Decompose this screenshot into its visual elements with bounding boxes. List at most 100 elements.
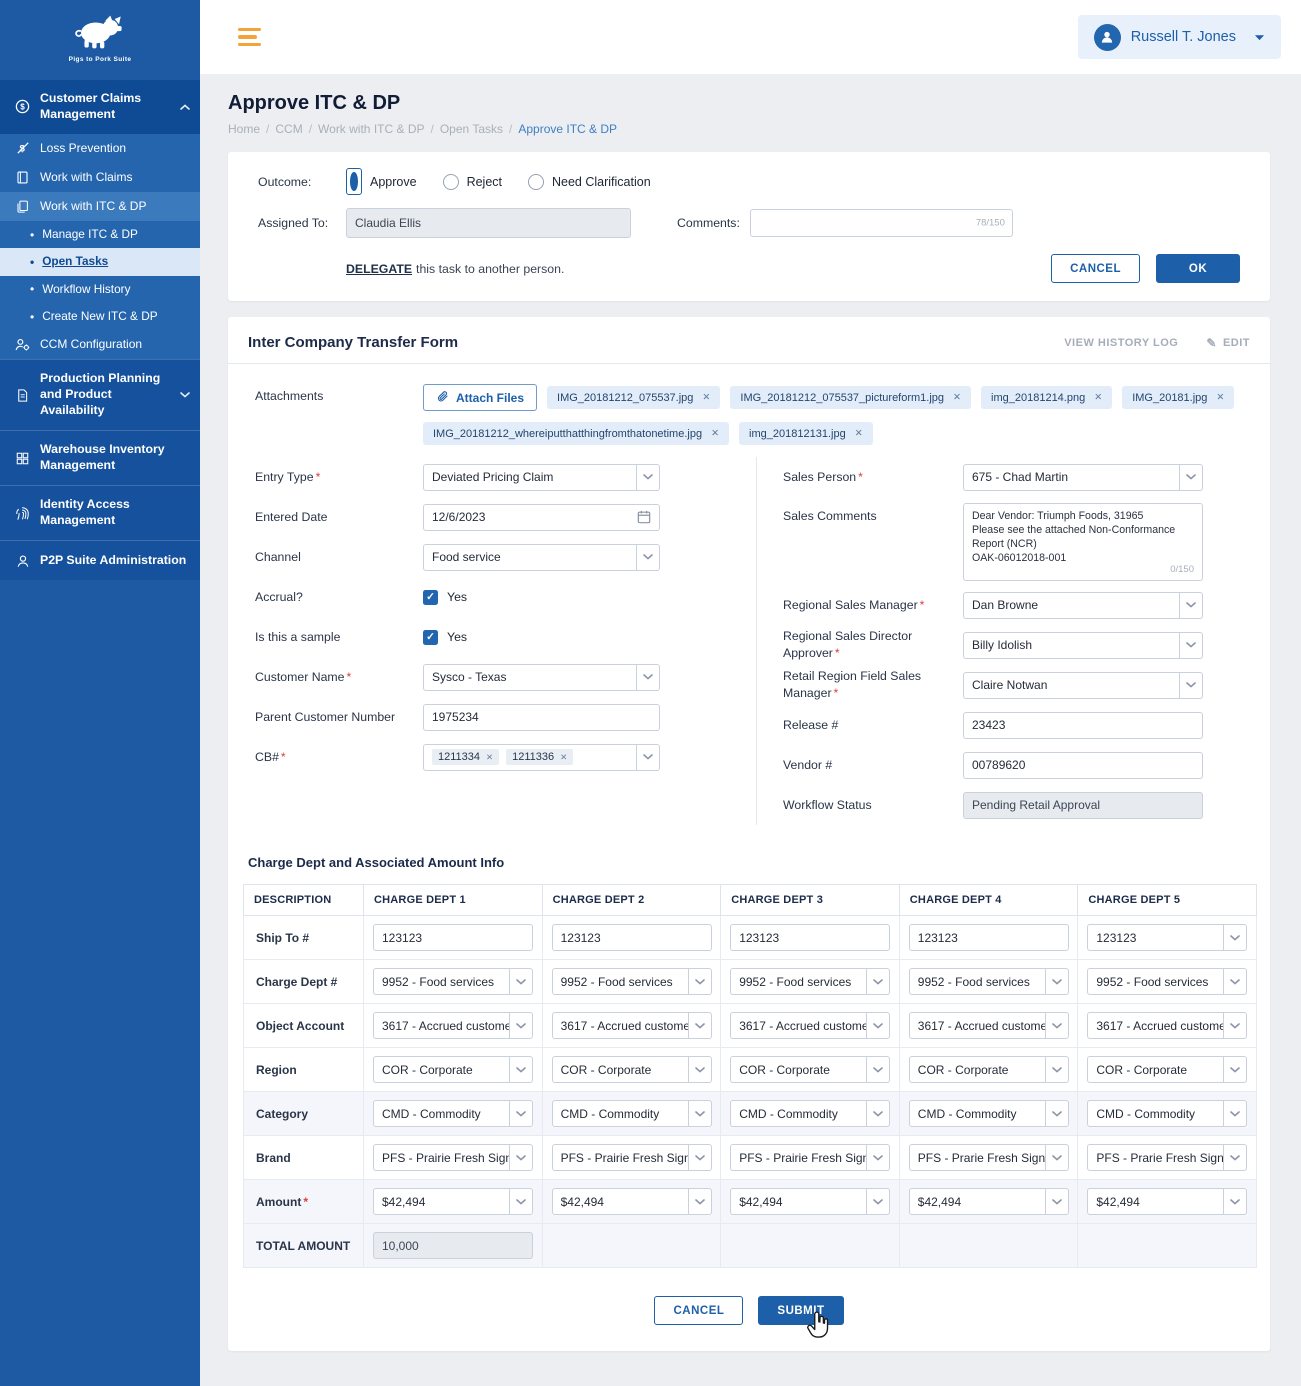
ship-to-col5-select[interactable]: 123123: [1087, 924, 1247, 951]
app-logo[interactable]: Pigs to Pork Suite: [0, 0, 200, 76]
sidebar-item-create-new-itc-dp[interactable]: •Create New ITC & DP: [0, 303, 200, 330]
attachment-chip[interactable]: IMG_20181212_075537.jpg✕: [547, 386, 720, 409]
category-col4-select[interactable]: CMD - Commodity: [909, 1100, 1069, 1127]
selected-option-chip[interactable]: 1211334✕: [432, 749, 499, 765]
region-col3-select[interactable]: COR - Corporate: [730, 1056, 890, 1083]
radio-reject[interactable]: Reject: [443, 174, 502, 190]
region-col4-select[interactable]: COR - Corporate: [909, 1056, 1069, 1083]
amount-col5-select[interactable]: $42,494: [1087, 1188, 1247, 1215]
checkbox-checked-icon[interactable]: ✓: [423, 590, 438, 605]
selected-option-chip[interactable]: 1211336✕: [506, 749, 573, 765]
checkbox-checked-icon[interactable]: ✓: [423, 630, 438, 645]
charge-dept-col1-select[interactable]: 9952 - Food services: [373, 968, 533, 995]
amount-col1-select[interactable]: $42,494: [373, 1188, 533, 1215]
attachment-chip[interactable]: img_201812131.jpg✕: [739, 422, 873, 445]
region-col2-select[interactable]: COR - Corporate: [552, 1056, 712, 1083]
brand-col4-select[interactable]: PFS - Prarie Fresh Signatu: [909, 1144, 1069, 1171]
sales-comments-textarea[interactable]: Dear Vendor: Triumph Foods, 31965 Please…: [963, 503, 1203, 581]
radio-need-clarification[interactable]: Need Clarification: [528, 174, 651, 190]
parent-customer-number-input[interactable]: [423, 704, 660, 731]
cb-multiselect[interactable]: 1211334✕ 1211336✕: [423, 744, 660, 771]
region-col1-select[interactable]: COR - Corporate: [373, 1056, 533, 1083]
brand-col3-select[interactable]: PFS - Prairie Fresh Signat: [730, 1144, 890, 1171]
sidebar-item-production-planning-and-product-availability[interactable]: Production Planning and Product Availabi…: [0, 359, 200, 430]
accrual-checkbox[interactable]: ✓Yes: [423, 590, 660, 605]
breadcrumb-ccm[interactable]: CCM: [275, 122, 302, 136]
category-col5-select[interactable]: CMD - Commodity: [1087, 1100, 1247, 1127]
breadcrumb-home[interactable]: Home: [228, 122, 260, 136]
object-account-col2-select[interactable]: 3617 - Accrued customer: [552, 1012, 712, 1039]
sidebar-item-ccm-configuration[interactable]: CCM Configuration: [0, 330, 200, 359]
sidebar-item-open-tasks[interactable]: •Open Tasks: [0, 248, 200, 275]
remove-attachment-icon[interactable]: ✕: [1094, 392, 1102, 403]
attachment-chip[interactable]: IMG_20181212_075537_pictureform1.jpg✕: [730, 386, 971, 409]
delegate-link[interactable]: DELEGATE: [346, 262, 412, 276]
sidebar-item-p2p-suite-administration[interactable]: P2P Suite Administration: [0, 540, 200, 580]
sidebar-item-loss-prevention[interactable]: $Loss Prevention: [0, 134, 200, 163]
cancel-button[interactable]: CANCEL: [654, 1296, 743, 1325]
comments-input[interactable]: [750, 209, 1013, 237]
attach-files-button[interactable]: Attach Files: [423, 384, 537, 411]
ship-to-col2-input[interactable]: [552, 924, 712, 951]
category-col3-select[interactable]: CMD - Commodity: [730, 1100, 890, 1127]
sidebar-item-identity-access-management[interactable]: Identity Access Management: [0, 485, 200, 540]
remove-option-icon[interactable]: ✕: [560, 752, 567, 763]
amount-col4-select[interactable]: $42,494: [909, 1188, 1069, 1215]
charge-dept-col2-select[interactable]: 9952 - Food services: [552, 968, 712, 995]
brand-col2-select[interactable]: PFS - Prairie Fresh Signat: [552, 1144, 712, 1171]
remove-attachment-icon[interactable]: ✕: [953, 392, 961, 403]
remove-attachment-icon[interactable]: ✕: [1216, 392, 1224, 403]
breadcrumb-open-tasks[interactable]: Open Tasks: [440, 122, 503, 136]
regional-sales-manager-select[interactable]: Dan Browne: [963, 592, 1203, 619]
object-account-col5-select[interactable]: 3617 - Accrued customer: [1087, 1012, 1247, 1039]
sidebar-item-workflow-history[interactable]: •Workflow History: [0, 276, 200, 303]
sidebar-item-work-with-itc-dp[interactable]: Work with ITC & DP: [0, 192, 200, 221]
remove-attachment-icon[interactable]: ✕: [702, 392, 710, 403]
sales-person-select[interactable]: 675 - Chad Martin: [963, 464, 1203, 491]
channel-select[interactable]: Food service: [423, 544, 660, 571]
category-col2-select[interactable]: CMD - Commodity: [552, 1100, 712, 1127]
view-history-log-button[interactable]: VIEW HISTORY LOG: [1064, 337, 1178, 349]
ship-to-col1-input[interactable]: [373, 924, 533, 951]
attachment-chip[interactable]: img_20181214.png✕: [981, 386, 1112, 409]
is-this-a-sample-checkbox[interactable]: ✓Yes: [423, 630, 660, 645]
retail-region-field-sales-manager-select[interactable]: Claire Notwan: [963, 672, 1203, 699]
attachment-chip[interactable]: IMG_20181212_whereiputthatthingfromthato…: [423, 422, 729, 445]
object-account-col3-select[interactable]: 3617 - Accrued customer: [730, 1012, 890, 1039]
ship-to-col3-input[interactable]: [730, 924, 890, 951]
release-input[interactable]: [963, 712, 1203, 739]
object-account-col4-select[interactable]: 3617 - Accrued customer: [909, 1012, 1069, 1039]
sidebar-item-warehouse-inventory-management[interactable]: Warehouse Inventory Management: [0, 430, 200, 485]
cancel-button[interactable]: CANCEL: [1051, 254, 1140, 283]
amount-col2-select[interactable]: $42,494: [552, 1188, 712, 1215]
breadcrumb-work-with-itc-dp[interactable]: Work with ITC & DP: [318, 122, 424, 136]
sidebar-item-work-with-claims[interactable]: Work with Claims: [0, 163, 200, 192]
entry-type-select[interactable]: Deviated Pricing Claim: [423, 464, 660, 491]
sidebar-item-customer-claims-management[interactable]: $Customer Claims Management: [0, 80, 200, 134]
submit-button[interactable]: SUBMIT: [758, 1296, 843, 1325]
amount-col3-select[interactable]: $42,494: [730, 1188, 890, 1215]
remove-option-icon[interactable]: ✕: [486, 752, 493, 763]
edit-button[interactable]: ✎EDIT: [1206, 336, 1250, 350]
user-menu[interactable]: Russell T. Jones: [1078, 15, 1281, 59]
category-col1-select[interactable]: CMD - Commodity: [373, 1100, 533, 1127]
brand-col1-select[interactable]: PFS - Prairie Fresh Signat: [373, 1144, 533, 1171]
customer-name-select[interactable]: Sysco - Texas: [423, 664, 660, 691]
object-account-col1-select[interactable]: 3617 - Accrued customer: [373, 1012, 533, 1039]
attachment-chip[interactable]: IMG_20181.jpg✕: [1122, 386, 1234, 409]
charge-dept-col3-select[interactable]: 9952 - Food services: [730, 968, 890, 995]
region-col5-select[interactable]: COR - Corporate: [1087, 1056, 1247, 1083]
regional-sales-director-approver-select[interactable]: Billy Idolish: [963, 632, 1203, 659]
menu-toggle-button[interactable]: [234, 24, 265, 51]
radio-approve[interactable]: Approve: [346, 168, 417, 195]
charge-dept-col5-select[interactable]: 9952 - Food services: [1087, 968, 1247, 995]
brand-col5-select[interactable]: PFS - Prarie Fresh Signatu: [1087, 1144, 1247, 1171]
entered-date-input[interactable]: 12/6/2023: [423, 504, 660, 531]
sidebar-item-manage-itc-dp[interactable]: •Manage ITC & DP: [0, 221, 200, 248]
remove-attachment-icon[interactable]: ✕: [855, 428, 863, 439]
ship-to-col4-input[interactable]: [909, 924, 1069, 951]
charge-dept-col4-select[interactable]: 9952 - Food services: [909, 968, 1069, 995]
vendor-input[interactable]: [963, 752, 1203, 779]
ok-button[interactable]: OK: [1156, 254, 1240, 283]
remove-attachment-icon[interactable]: ✕: [711, 428, 719, 439]
